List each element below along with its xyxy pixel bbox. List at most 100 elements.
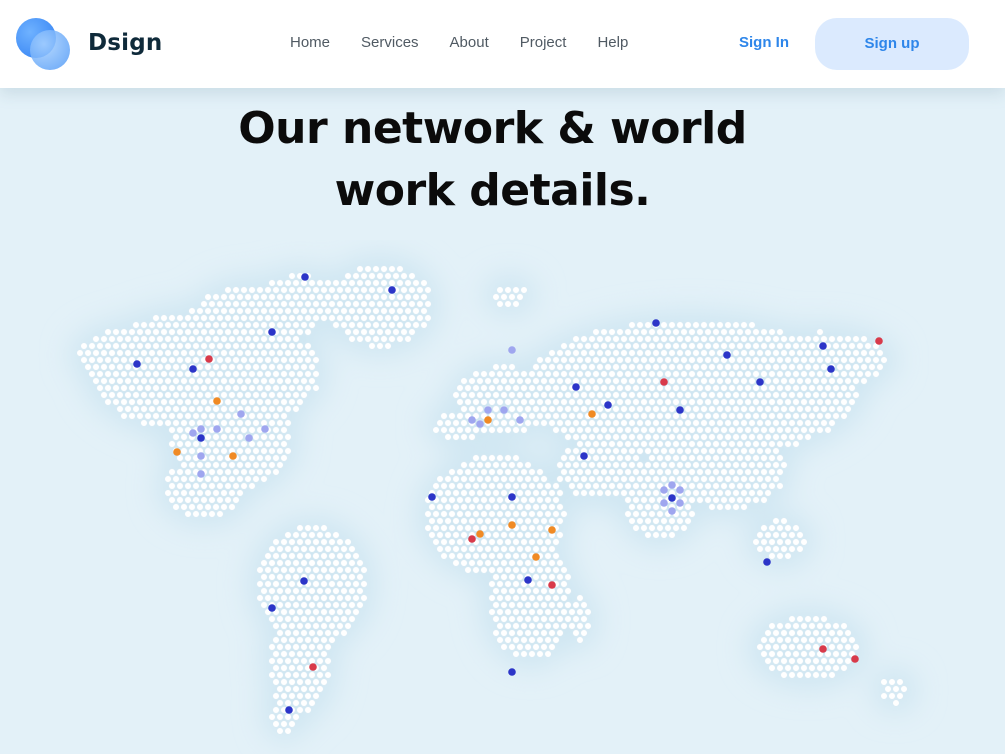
map-hex-dot: [752, 440, 760, 448]
map-hex-dot: [244, 349, 252, 357]
map-hex-dot: [212, 363, 220, 371]
brand-name[interactable]: Dsign: [88, 30, 163, 56]
map-hex-dot: [552, 566, 560, 574]
map-hex-dot: [584, 398, 592, 406]
map-hex-dot: [484, 517, 492, 525]
map-hex-dot: [776, 384, 784, 392]
map-hex-dot: [224, 398, 232, 406]
map-hex-dot: [440, 510, 448, 518]
map-hex-dot: [300, 587, 308, 595]
map-hex-dot: [752, 412, 760, 420]
map-hex-dot: [248, 482, 256, 490]
map-hex-dot: [548, 615, 556, 623]
map-hex-dot: [92, 363, 100, 371]
map-hex-dot: [844, 643, 852, 651]
nav-home-link[interactable]: Home: [290, 34, 330, 51]
map-hex-dot: [656, 468, 664, 476]
map-hex-dot: [632, 468, 640, 476]
map-hex-dot: [564, 405, 572, 413]
nav-services-link[interactable]: Services: [361, 34, 419, 51]
location-marker-dot: [500, 406, 508, 414]
map-hex-dot: [676, 433, 684, 441]
location-marker-dot: [668, 481, 676, 489]
map-hex-dot: [176, 370, 184, 378]
map-hex-dot: [512, 468, 520, 476]
map-hex-dot: [452, 419, 460, 427]
map-hex-dot: [504, 482, 512, 490]
map-hex-dot: [276, 349, 284, 357]
map-hex-dot: [632, 342, 640, 350]
map-hex-dot: [276, 447, 284, 455]
map-hex-dot: [812, 657, 820, 665]
map-hex-dot: [96, 342, 104, 350]
map-hex-dot: [228, 377, 236, 385]
map-hex-dot: [800, 538, 808, 546]
map-hex-dot: [220, 321, 228, 329]
map-hex-dot: [600, 384, 608, 392]
map-hex-dot: [240, 300, 248, 308]
map-hex-dot: [216, 510, 224, 518]
map-hex-dot: [500, 489, 508, 497]
location-marker-dot: [197, 425, 205, 433]
map-hex-dot: [548, 629, 556, 637]
map-hex-dot: [276, 405, 284, 413]
map-hex-dot: [488, 608, 496, 616]
location-marker-dot: [468, 535, 476, 543]
map-hex-dot: [280, 594, 288, 602]
map-hex-dot: [284, 321, 292, 329]
map-hex-dot: [508, 629, 516, 637]
map-hex-dot: [568, 482, 576, 490]
map-hex-dot: [736, 412, 744, 420]
map-hex-dot: [572, 629, 580, 637]
map-hex-dot: [748, 475, 756, 483]
map-hex-dot: [536, 580, 544, 588]
nav-about-link[interactable]: About: [450, 34, 489, 51]
map-hex-dot: [656, 412, 664, 420]
map-hex-dot: [744, 342, 752, 350]
map-hex-dot: [232, 468, 240, 476]
map-hex-dot: [640, 342, 648, 350]
map-hex-dot: [272, 440, 280, 448]
sign-in-link[interactable]: Sign In: [739, 34, 789, 51]
map-hex-dot: [216, 328, 224, 336]
map-hex-dot: [644, 531, 652, 539]
map-hex-dot: [468, 559, 476, 567]
map-hex-dot: [272, 370, 280, 378]
map-hex-dot: [524, 405, 532, 413]
map-hex-dot: [596, 391, 604, 399]
map-hex-dot: [320, 538, 328, 546]
map-hex-dot: [656, 342, 664, 350]
nav-help-link[interactable]: Help: [597, 34, 628, 51]
map-hex-dot: [788, 657, 796, 665]
map-hex-dot: [296, 636, 304, 644]
map-hex-dot: [300, 685, 308, 693]
map-hex-dot: [288, 398, 296, 406]
map-hex-dot: [340, 615, 348, 623]
map-hex-dot: [820, 657, 828, 665]
map-hex-dot: [716, 349, 724, 357]
map-hex-dot: [440, 426, 448, 434]
map-hex-dot: [292, 629, 300, 637]
map-hex-dot: [260, 321, 268, 329]
map-hex-dot: [588, 461, 596, 469]
map-hex-dot: [476, 475, 484, 483]
map-hex-dot: [776, 356, 784, 364]
map-hex-dot: [828, 629, 836, 637]
map-hex-dot: [752, 370, 760, 378]
map-hex-dot: [176, 384, 184, 392]
map-hex-dot: [364, 279, 372, 287]
map-hex-dot: [260, 573, 268, 581]
map-hex-dot: [600, 440, 608, 448]
map-hex-dot: [828, 377, 836, 385]
map-hex-dot: [184, 468, 192, 476]
map-hex-dot: [516, 489, 524, 497]
nav-project-link[interactable]: Project: [520, 34, 567, 51]
map-hex-dot: [304, 384, 312, 392]
map-hex-dot: [520, 566, 528, 574]
map-hex-dot: [180, 489, 188, 497]
map-hex-dot: [536, 468, 544, 476]
sign-up-button[interactable]: Sign up: [815, 18, 969, 70]
dsign-logo-icon[interactable]: [16, 18, 72, 70]
map-hex-dot: [312, 370, 320, 378]
map-hex-dot: [632, 384, 640, 392]
